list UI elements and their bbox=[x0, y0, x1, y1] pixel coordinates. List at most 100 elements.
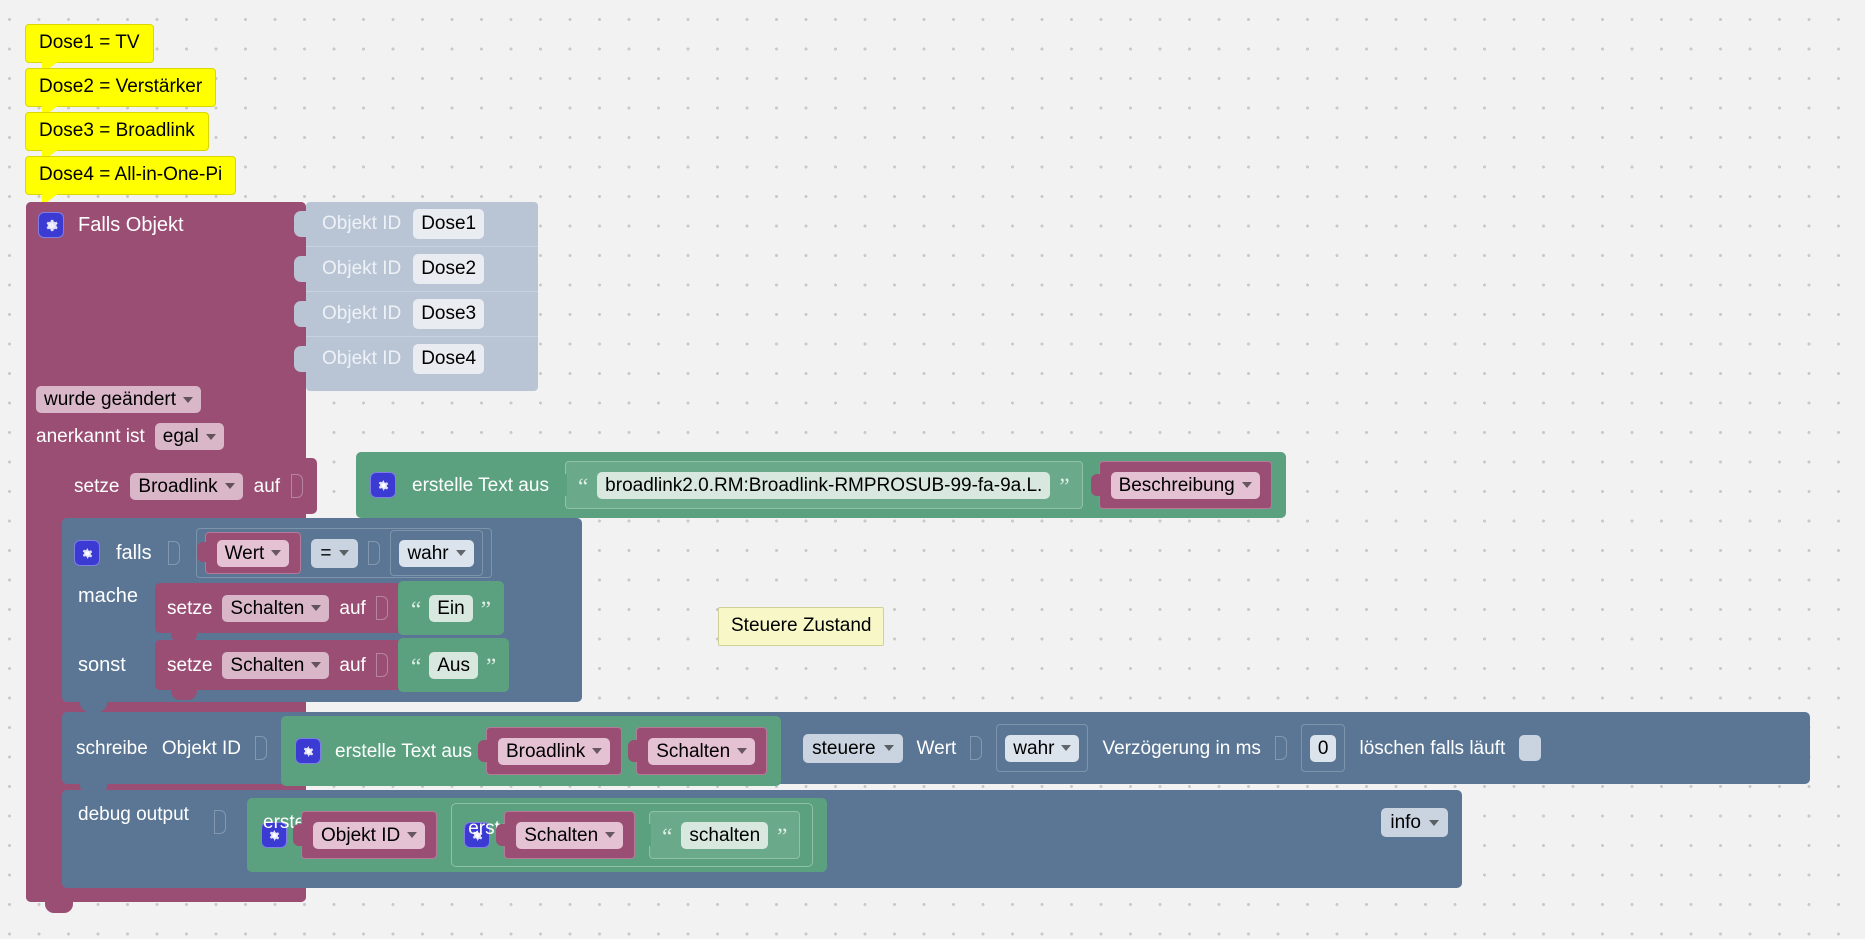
write-mode-value: steuere bbox=[812, 737, 876, 759]
quote-close-icon: ” bbox=[485, 653, 497, 679]
text-literal-block-schalten[interactable]: “ schalten ” bbox=[641, 811, 801, 859]
text-literal-field[interactable]: Aus bbox=[429, 651, 478, 679]
chevron-down-icon bbox=[224, 483, 235, 489]
quote-open-icon: “ bbox=[577, 473, 589, 499]
comment-bubble-dose4[interactable]: Dose4 = All-in-One-Pi bbox=[25, 156, 237, 206]
chevron-down-icon bbox=[737, 748, 748, 754]
delay-label: Verzögerung in ms bbox=[1102, 737, 1261, 759]
write-mode-dropdown[interactable]: steuere bbox=[803, 733, 903, 763]
chevron-down-icon bbox=[311, 605, 322, 611]
chevron-down-icon bbox=[271, 550, 282, 556]
event-block-bottom-notch bbox=[45, 900, 73, 913]
set-variable-block-schalten-aus[interactable]: setze Schalten auf bbox=[155, 640, 402, 700]
delay-value-field[interactable]: 0 bbox=[1309, 734, 1337, 762]
delay-socket bbox=[1274, 736, 1287, 760]
control-write-block[interactable]: schreibe Objekt ID erstelle Text aus Bro… bbox=[62, 712, 1810, 794]
objid-value-field[interactable]: Dose1 bbox=[413, 209, 485, 239]
text-join-block-3[interactable]: erstelle Text aus Objekt ID erstelle Tex… bbox=[247, 798, 828, 872]
variable-block-schalten[interactable]: Schalten bbox=[496, 811, 636, 859]
wert-value: wahr bbox=[1013, 737, 1055, 759]
variable-dropdown-value: Broadlink bbox=[505, 740, 586, 762]
trigger-dropdown-value: wurde geändert bbox=[44, 389, 177, 410]
comment-bubble-dose3[interactable]: Dose3 = Broadlink bbox=[25, 112, 209, 162]
variable-dropdown-schalten[interactable]: Schalten bbox=[222, 651, 330, 679]
text-literal-field[interactable]: schalten bbox=[681, 821, 769, 849]
auf-label: auf bbox=[339, 654, 366, 676]
variable-block-objekt-id[interactable]: Objekt ID bbox=[293, 811, 438, 859]
chevron-down-icon bbox=[1429, 819, 1439, 826]
text-join-block-2[interactable]: erstelle Text aus Broadlink Schalten bbox=[281, 716, 782, 786]
operand-left-dropdown[interactable]: Wert bbox=[216, 539, 290, 567]
set-variable-block-schalten-ein[interactable]: setze Schalten auf bbox=[155, 583, 402, 643]
text-literal-field[interactable]: Ein bbox=[429, 594, 473, 622]
clear-checkbox[interactable] bbox=[1519, 735, 1542, 761]
variable-dropdown-broadlink[interactable]: Broadlink bbox=[130, 472, 243, 500]
severity-value: info bbox=[1390, 812, 1421, 833]
auf-label: auf bbox=[339, 597, 366, 619]
text-join-block-1[interactable]: erstelle Text aus “ broadlink2.0.RM:Broa… bbox=[356, 452, 1286, 518]
setze-label: setze bbox=[167, 597, 213, 619]
variable-dropdown-schalten[interactable]: Schalten bbox=[516, 821, 624, 849]
text-literal-block[interactable]: “ broadlink2.0.RM:Broadlink-RMPROSUB-99-… bbox=[556, 461, 1083, 509]
gear-icon[interactable] bbox=[370, 472, 396, 498]
comment-note-steuere-zustand[interactable]: Steuere Zustand bbox=[718, 607, 885, 646]
objid-value-field[interactable]: Dose3 bbox=[413, 299, 485, 329]
trigger-dropdown[interactable]: wurde geändert bbox=[36, 386, 202, 413]
setze-label: setze bbox=[167, 654, 213, 676]
variable-dropdown-schalten[interactable]: Schalten bbox=[648, 737, 756, 765]
schreibe-label: schreibe bbox=[76, 737, 148, 759]
operator-dropdown[interactable]: = bbox=[311, 538, 359, 568]
objid-value-field[interactable]: Dose2 bbox=[413, 254, 485, 284]
list-item[interactable]: Objekt ID Dose2 bbox=[294, 247, 538, 292]
text-literal-block-aus[interactable]: “ Aus ” bbox=[398, 638, 510, 692]
gear-icon[interactable] bbox=[74, 540, 100, 566]
operand-right-socket bbox=[368, 541, 381, 565]
objid-label: Objekt ID bbox=[322, 258, 402, 279]
chevron-down-icon bbox=[205, 433, 216, 440]
variable-dropdown-objekt-id[interactable]: Objekt ID bbox=[313, 821, 426, 849]
wert-dropdown[interactable]: wahr bbox=[1005, 734, 1080, 762]
blockly-workspace[interactable]: Dose1 = TV Dose2 = Verstärker Dose3 = Br… bbox=[0, 0, 1865, 939]
event-block-header[interactable]: Falls Objekt bbox=[26, 202, 318, 382]
logic-boolean-block[interactable]: wahr bbox=[996, 724, 1089, 772]
variable-dropdown-broadlink[interactable]: Broadlink bbox=[497, 737, 611, 765]
list-item[interactable]: Objekt ID Dose1 bbox=[294, 202, 538, 247]
ack-row[interactable]: anerkannt ist egal bbox=[36, 423, 224, 450]
puzzle-tab-icon bbox=[294, 256, 306, 282]
event-block-title: Falls Objekt bbox=[78, 214, 184, 236]
property-dropdown-beschreibung[interactable]: Beschreibung bbox=[1110, 471, 1260, 499]
text-join-block-4[interactable]: erstelle Text aus Schalten “ schalten ” bbox=[451, 803, 814, 867]
text-literal-field[interactable]: broadlink2.0.RM:Broadlink-RMPROSUB-99-fa… bbox=[597, 471, 1051, 499]
variable-block-schalten[interactable]: Schalten bbox=[628, 727, 768, 775]
control-debug-block[interactable]: debug output erstelle Text aus Objekt ID bbox=[62, 790, 1462, 888]
operand-right-block[interactable]: wahr bbox=[390, 530, 483, 576]
variable-block-broadlink[interactable]: Broadlink bbox=[477, 727, 623, 775]
ack-dropdown[interactable]: egal bbox=[154, 423, 224, 450]
clear-label: löschen falls läuft bbox=[1359, 737, 1506, 759]
comment-bubble-dose2[interactable]: Dose2 = Verstärker bbox=[25, 68, 217, 118]
list-item[interactable]: Objekt ID Dose3 bbox=[294, 292, 538, 337]
operand-right-dropdown[interactable]: wahr bbox=[399, 539, 474, 567]
list-item[interactable]: Objekt ID Dose4 bbox=[294, 337, 538, 381]
set-variable-block-broadlink[interactable]: setze Broadlink auf bbox=[62, 458, 318, 524]
trigger-dropdown-row[interactable]: wurde geändert bbox=[36, 386, 202, 413]
variable-dropdown-value: Objekt ID bbox=[321, 824, 401, 846]
chevron-down-icon bbox=[183, 396, 194, 403]
text-literal-block-ein[interactable]: “ Ein ” bbox=[398, 581, 504, 635]
gear-icon[interactable] bbox=[38, 212, 64, 238]
value-socket bbox=[375, 653, 388, 677]
operand-left-block[interactable]: Wert bbox=[196, 532, 302, 574]
severity-dropdown[interactable]: info bbox=[1381, 808, 1448, 837]
variable-dropdown-schalten[interactable]: Schalten bbox=[222, 594, 330, 622]
objid-stack[interactable]: Objekt ID Dose1 Objekt ID Dose2 Objekt I… bbox=[294, 202, 538, 391]
text-join-label: erstelle Text aus bbox=[335, 740, 472, 762]
puzzle-tab-icon bbox=[477, 740, 488, 762]
logic-compare-block[interactable]: Wert = wahr bbox=[195, 528, 492, 578]
object-property-block[interactable]: Beschreibung bbox=[1090, 461, 1272, 509]
math-number-block[interactable]: 0 bbox=[1300, 724, 1346, 772]
comment-bubble-dose1[interactable]: Dose1 = TV bbox=[25, 24, 154, 74]
gear-icon[interactable] bbox=[295, 738, 322, 764]
objid-label: Objekt ID bbox=[322, 213, 402, 234]
objid-value-field[interactable]: Dose4 bbox=[413, 344, 485, 374]
puzzle-tab-icon bbox=[294, 301, 306, 327]
